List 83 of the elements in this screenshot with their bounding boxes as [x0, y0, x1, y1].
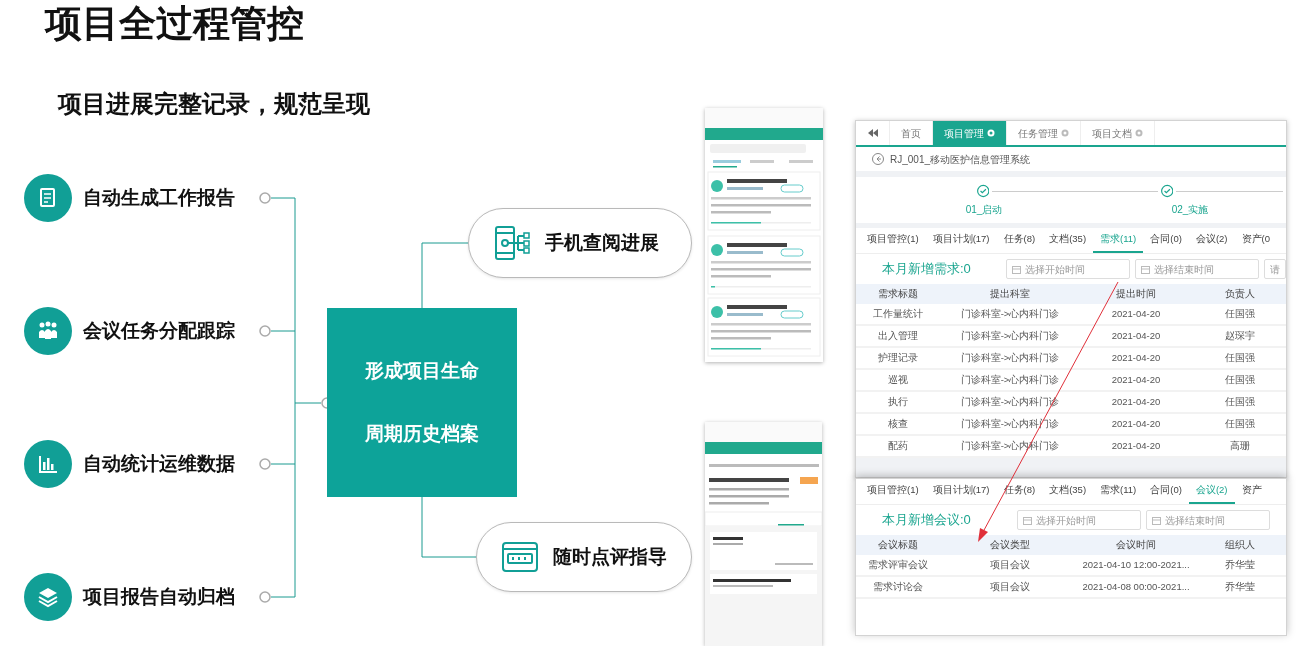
column-header: 需求标题: [877, 286, 919, 301]
table-cell-text: 出入管理: [877, 328, 919, 343]
section-tab[interactable]: 合同(0): [1143, 479, 1189, 504]
calendar-icon: [1023, 515, 1032, 525]
table-cell-text: 门诊科室->心内科门诊: [959, 306, 1061, 321]
table-cell-text: 项目会议: [989, 579, 1031, 594]
section-tab[interactable]: 项目管控(1): [860, 228, 926, 253]
table-cell-text: 门诊科室->心内科门诊: [959, 372, 1061, 387]
column-header: 会议类型: [989, 537, 1031, 552]
feature-label: 会议任务分配跟踪: [83, 318, 235, 343]
layers-icon: [36, 585, 60, 609]
summary-count: 本月新增需求:0: [882, 260, 972, 279]
app-tab[interactable]: 任务管理: [1007, 121, 1081, 145]
column-header: 会议标题: [877, 537, 919, 552]
step-label: 02_实施: [1171, 203, 1209, 217]
table-cell-text: 任国强: [1224, 306, 1256, 321]
table-cell-text: 工作量统计: [872, 306, 924, 321]
step-check-icon: [977, 184, 990, 198]
password-window-icon: [501, 539, 539, 575]
table-cell-text: 2021-04-20: [1110, 372, 1162, 387]
center-card-text: 周期历史档案: [365, 421, 479, 446]
section-tab[interactable]: 任务(8): [996, 228, 1043, 253]
table-cell-text: 门诊科室->心内科门诊: [959, 350, 1061, 365]
table-cell-text: 乔华莹: [1224, 557, 1256, 572]
table-cell-text: 核查: [887, 416, 909, 431]
calendar-icon: [1012, 264, 1021, 274]
table-cell-text: 任国强: [1224, 394, 1256, 409]
table-cell-text: 巡视: [887, 372, 909, 387]
table-cell-text: 2021-04-10 12:00-2021...: [1081, 557, 1191, 572]
table-cell-text: 赵琛宇: [1224, 328, 1256, 343]
feature-label: 项目报告自动归档: [83, 584, 235, 609]
section-tab[interactable]: 项目计划(17): [925, 479, 997, 504]
section-tab[interactable]: 会议(2): [1188, 228, 1235, 253]
project-title: RJ_001_移动医护信息管理系统: [890, 152, 1031, 167]
phone-network-icon: [493, 225, 531, 261]
section-tab[interactable]: 资产: [1234, 479, 1269, 504]
table-cell-text: 任国强: [1224, 416, 1256, 431]
center-card-text: 形成项目生命: [365, 359, 479, 383]
step-label: 01_启动: [965, 203, 1003, 217]
table-cell-text: 2021-04-20: [1110, 350, 1162, 365]
table-cell-text: 2021-04-08 00:00-2021...: [1081, 579, 1191, 594]
collapse-icon: [867, 128, 878, 138]
column-header: 会议时间: [1115, 537, 1157, 552]
table-cell-text: 2021-04-20: [1110, 306, 1162, 321]
table-cell-text: 任国强: [1224, 350, 1256, 365]
channel-label: 手机查阅进展: [545, 230, 659, 255]
channel-label: 随时点评指导: [553, 544, 667, 569]
slide-title: 项目全过程管控: [45, 2, 304, 46]
table-cell-text: 2021-04-20: [1110, 416, 1162, 431]
feature-label: 自动统计运维数据: [83, 451, 235, 476]
table-cell-text: 需求评审会议: [867, 557, 929, 572]
table-cell-text: 护理记录: [877, 350, 919, 365]
column-header: 组织人: [1224, 537, 1256, 552]
section-tab[interactable]: 文档(35): [1042, 479, 1094, 504]
section-tab[interactable]: 项目管控(1): [860, 479, 926, 504]
back-icon: [872, 153, 884, 165]
feature-label: 自动生成工作报告: [83, 185, 235, 210]
table-cell-text: 门诊科室->心内科门诊: [959, 328, 1061, 343]
section-tab[interactable]: 资产(0: [1234, 228, 1277, 253]
table-cell-text: 执行: [887, 394, 909, 409]
table-cell-text: 门诊科室->心内科门诊: [959, 438, 1061, 453]
section-tab[interactable]: 项目计划(17): [925, 228, 997, 253]
table-cell-text: 任国强: [1224, 372, 1256, 387]
calendar-icon: [1141, 264, 1150, 274]
step-check-icon: [1160, 184, 1174, 198]
section-tab[interactable]: 合同(0): [1143, 228, 1189, 253]
section-tab[interactable]: 需求(11): [1093, 479, 1144, 504]
summary-count: 本月新增会议:0: [882, 511, 972, 530]
table-cell-text: 2021-04-20: [1110, 438, 1162, 453]
table-cell-text: 项目会议: [989, 557, 1031, 572]
column-header: 提出科室: [989, 286, 1031, 301]
column-header: 负责人: [1224, 286, 1256, 301]
table-cell-text: 配药: [887, 438, 909, 453]
table-cell-text: 2021-04-20: [1110, 328, 1162, 343]
table-cell-text: 乔华莹: [1224, 579, 1256, 594]
app-tab[interactable]: 项目文档: [1081, 121, 1155, 145]
table-cell-text: 需求讨论会: [872, 579, 924, 594]
calendar-icon: [1152, 515, 1161, 525]
column-header: 提出时间: [1115, 286, 1157, 301]
section-tab[interactable]: 文档(35): [1042, 228, 1094, 253]
table-cell-text: 2021-04-20: [1110, 394, 1162, 409]
table-cell-text: 高珊: [1229, 438, 1251, 453]
slide-subtitle: 项目进展完整记录，规范呈现: [58, 90, 370, 119]
